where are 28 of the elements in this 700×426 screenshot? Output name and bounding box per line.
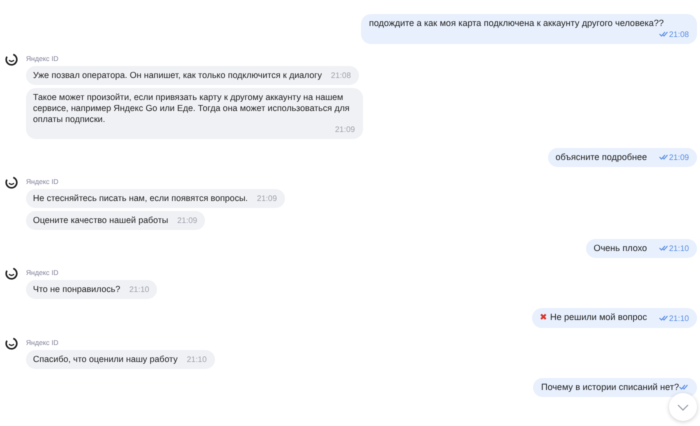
avatar-icon xyxy=(5,176,18,188)
message-time: 21:09 xyxy=(176,216,198,226)
message-time: 21:08 xyxy=(330,71,351,81)
message-text: Спасибо, что оценили нашу работу xyxy=(33,354,178,365)
message-time: 21:08 xyxy=(668,30,689,39)
avatar-icon xyxy=(5,336,18,350)
message-time: 21:09 xyxy=(256,194,277,204)
message-text: Почему в истории списаний нет? xyxy=(541,382,679,392)
message-text: Очень плохо xyxy=(594,243,647,253)
message-time: 21:09 xyxy=(668,153,689,162)
message-text: Что не понравилось? xyxy=(33,284,120,295)
message-text: Уже позвал оператора. Он напишет, как только подключится к диалогу xyxy=(33,70,322,81)
message-text: объясните подробнее xyxy=(556,152,647,162)
message-time: 21:10 xyxy=(186,355,207,365)
avatar-icon xyxy=(5,52,18,66)
message-time: 21:10 xyxy=(668,244,689,253)
emoji: ✖ xyxy=(540,313,548,323)
message-time: 21:10 xyxy=(128,285,150,295)
scroll-down-button[interactable] xyxy=(669,393,697,421)
message-time: 21:10 xyxy=(668,314,689,323)
chevron-down-icon xyxy=(677,404,689,410)
message-text: Такое может произойти, если привязать карту к другому аккаунту на нашем сервисе, например Яндекс Go или Еде. Тогда она может использоваться для оплаты подписки. xyxy=(33,92,351,125)
message-time: 21:09 xyxy=(334,125,355,135)
message-text: Оцените качество нашей работы xyxy=(33,215,168,226)
message-text: Не стесняйтесь писать нам, если появятся вопросы. xyxy=(33,193,248,204)
message-text: Не решили мой вопрос xyxy=(550,312,647,322)
message-text: подождите а как моя карта подключена к аккаунту другого человека?? xyxy=(369,18,664,28)
avatar-icon xyxy=(5,266,18,280)
